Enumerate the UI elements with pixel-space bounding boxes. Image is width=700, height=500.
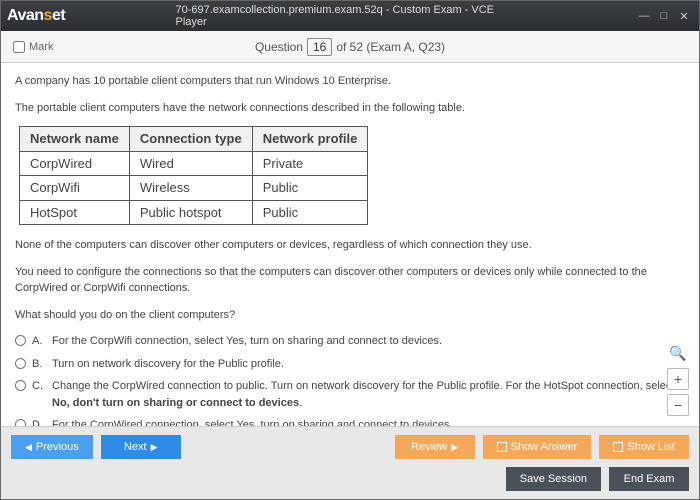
option-c[interactable]: C. Change the CorpWired connection to pu…	[15, 378, 685, 411]
table-header-row: Network name Connection type Network pro…	[20, 127, 368, 152]
mark-checkbox[interactable]	[13, 41, 25, 53]
end-exam-button[interactable]: End Exam	[609, 467, 689, 491]
table-cell: Private	[252, 151, 368, 176]
table-cell: HotSpot	[20, 200, 130, 225]
question-text: The portable client computers have the n…	[15, 100, 685, 117]
question-header: Mark Question 16 of 52 (Exam A, Q23)	[1, 31, 699, 63]
question-total: of 52 (Exam A, Q23)	[336, 40, 445, 54]
table-row: CorpWired Wired Private	[20, 151, 368, 176]
option-radio[interactable]	[15, 335, 26, 346]
option-text: For the CorpWifi connection, select Yes,…	[52, 333, 442, 350]
question-text: None of the computers can discover other…	[15, 237, 685, 254]
option-radio[interactable]	[15, 358, 26, 369]
button-label: Review	[411, 441, 447, 453]
option-b[interactable]: B. Turn on network discovery for the Pub…	[15, 356, 685, 373]
checkbox-icon	[497, 442, 507, 452]
magnifier-icon[interactable]: 🔍	[669, 343, 686, 364]
table-cell: CorpWifi	[20, 176, 130, 201]
zoom-out-button[interactable]: −	[667, 394, 689, 416]
option-text-part: Change the CorpWired connection to publi…	[52, 380, 674, 392]
option-text: Turn on network discovery for the Public…	[52, 356, 284, 373]
table-header: Connection type	[129, 127, 252, 152]
button-label: Show Answer	[511, 441, 578, 453]
titlebar: Avanset 70-697.examcollection.premium.ex…	[1, 1, 699, 31]
table-cell: Wired	[129, 151, 252, 176]
table-row: HotSpot Public hotspot Public	[20, 200, 368, 225]
table-header: Network name	[20, 127, 130, 152]
button-label: Previous	[36, 441, 79, 453]
button-label: Next	[124, 441, 147, 453]
show-answer-button[interactable]: Show Answer	[483, 435, 592, 459]
network-table: Network name Connection type Network pro…	[19, 126, 368, 225]
app-window: Avanset 70-697.examcollection.premium.ex…	[0, 0, 700, 500]
answer-options: A. For the CorpWifi connection, select Y…	[15, 333, 685, 426]
question-word: Question	[255, 40, 303, 54]
option-letter: A.	[32, 333, 46, 350]
checkbox-icon	[613, 442, 623, 452]
footer-bar-2: Save Session End Exam	[1, 467, 699, 499]
table-row: CorpWifi Wireless Public	[20, 176, 368, 201]
option-radio[interactable]	[15, 419, 26, 426]
show-list-button[interactable]: Show List	[599, 435, 689, 459]
logo-part: et	[52, 7, 65, 24]
app-logo: Avanset	[7, 7, 65, 25]
option-text: For the CorpWired connection, select Yes…	[52, 417, 453, 426]
mark-label: Mark	[29, 41, 53, 53]
option-text: Change the CorpWired connection to publi…	[52, 378, 685, 411]
table-cell: Public	[252, 176, 368, 201]
previous-button[interactable]: Previous	[11, 435, 93, 459]
question-text: You need to configure the connections so…	[15, 264, 685, 297]
zoom-controls: 🔍 + −	[667, 343, 689, 416]
table-cell: CorpWired	[20, 151, 130, 176]
question-content: A company has 10 portable client compute…	[1, 63, 699, 426]
option-text-part: .	[299, 397, 302, 409]
button-label: End Exam	[624, 473, 675, 485]
window-title: 70-697.examcollection.premium.exam.52q -…	[176, 4, 525, 28]
button-label: Save Session	[520, 473, 587, 485]
minimize-icon[interactable]: —	[635, 8, 653, 24]
table-cell: Wireless	[129, 176, 252, 201]
mark-control[interactable]: Mark	[13, 41, 53, 53]
save-session-button[interactable]: Save Session	[506, 467, 601, 491]
zoom-in-button[interactable]: +	[667, 368, 689, 390]
option-radio[interactable]	[15, 380, 26, 391]
table-cell: Public hotspot	[129, 200, 252, 225]
option-text-bold: No, don't turn on sharing or connect to …	[52, 397, 299, 409]
review-button[interactable]: Review	[395, 435, 475, 459]
logo-part: s	[44, 7, 52, 24]
question-text: What should you do on the client compute…	[15, 307, 685, 324]
close-icon[interactable]: ✕	[675, 8, 693, 24]
option-letter: D.	[32, 417, 46, 426]
button-label: Show List	[627, 441, 675, 453]
next-button[interactable]: Next	[101, 435, 181, 459]
option-a[interactable]: A. For the CorpWifi connection, select Y…	[15, 333, 685, 350]
question-indicator: Question 16 of 52 (Exam A, Q23)	[255, 38, 445, 56]
option-letter: C.	[32, 378, 46, 395]
option-d[interactable]: D. For the CorpWired connection, select …	[15, 417, 685, 426]
maximize-icon[interactable]: □	[655, 8, 673, 24]
window-controls: — □ ✕	[635, 8, 693, 24]
logo-part: Avan	[7, 7, 44, 24]
option-letter: B.	[32, 356, 46, 373]
question-number: 16	[307, 38, 332, 56]
footer-bar: Previous Next Review Show Answer Show Li…	[1, 426, 699, 467]
table-cell: Public	[252, 200, 368, 225]
table-header: Network profile	[252, 127, 368, 152]
question-text: A company has 10 portable client compute…	[15, 73, 685, 90]
